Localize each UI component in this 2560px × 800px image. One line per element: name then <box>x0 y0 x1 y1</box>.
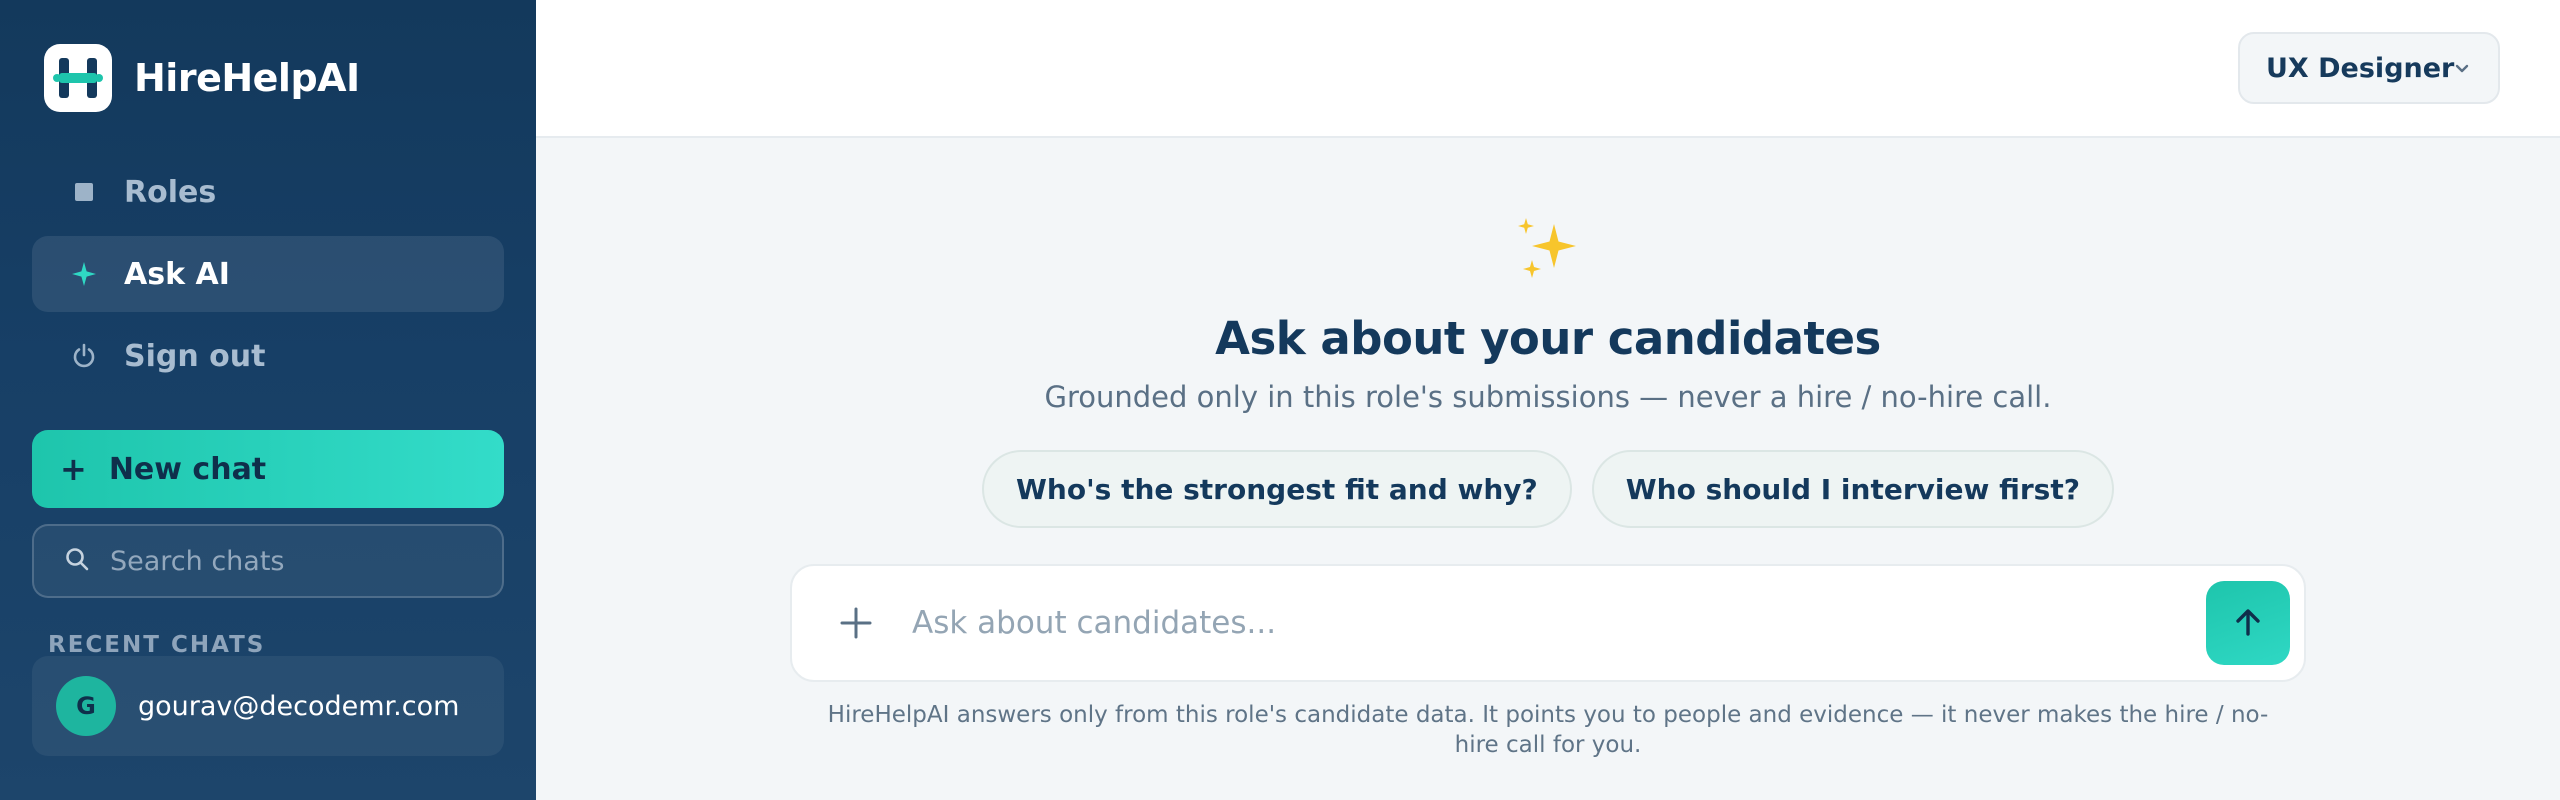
sidebar-item-label: Ask AI <box>124 256 230 292</box>
add-attachment-button[interactable] <box>792 604 912 642</box>
sidebar-item-roles[interactable]: Roles <box>32 154 504 230</box>
suggestion-chip[interactable]: Who's the strongest fit and why? <box>982 450 1572 528</box>
page-subtitle: Grounded only in this role's submissions… <box>1044 380 2052 414</box>
role-selector[interactable]: UX Designer <box>2238 32 2500 104</box>
sidebar-item-ask-ai[interactable]: Ask AI <box>32 236 504 312</box>
chevron-down-icon <box>2452 58 2472 82</box>
sparkle-icon <box>32 262 124 286</box>
chat-input[interactable] <box>912 605 2206 641</box>
disclaimer-text: HireHelpAI answers only from this role's… <box>827 702 2269 758</box>
search-chats-field[interactable] <box>32 524 504 598</box>
avatar: G <box>56 676 116 736</box>
chat-composer <box>790 564 2306 682</box>
square-icon <box>32 182 124 202</box>
brand-name: HireHelpAI <box>134 56 360 100</box>
brand[interactable]: HireHelpAI <box>44 44 360 112</box>
suggestion-chip[interactable]: Who should I interview first? <box>1591 450 2114 528</box>
plus-icon: + <box>60 450 87 488</box>
new-chat-button[interactable]: + New chat <box>32 430 504 508</box>
page-title: Ask about your candidates <box>1215 312 1881 365</box>
user-account[interactable]: G gourav@decodemr.com <box>32 656 504 756</box>
sidebar-item-label: Roles <box>124 174 217 210</box>
new-chat-label: New chat <box>108 451 267 487</box>
recent-chats-heading: RECENT CHATS <box>48 632 266 658</box>
role-selector-value: UX Designer <box>2266 52 2455 84</box>
sidebar: HireHelpAI Roles Ask AI Sign out + New c… <box>0 0 536 800</box>
user-email: gourav@decodemr.com <box>138 690 460 722</box>
plus-icon <box>840 607 872 639</box>
search-chats-input[interactable] <box>110 545 470 577</box>
top-bar: UX Designer <box>536 0 2560 138</box>
send-button[interactable] <box>2206 581 2290 665</box>
sidebar-item-sign-out[interactable]: Sign out <box>32 318 504 394</box>
suggestion-chips: Who's the strongest fit and why? Who sho… <box>536 450 2560 528</box>
power-icon <box>32 343 124 369</box>
app-window: HireHelpAI Roles Ask AI Sign out + New c… <box>0 0 2560 800</box>
search-icon <box>64 546 90 576</box>
main-panel: UX Designer Ask about your candidates Gr… <box>536 0 2560 800</box>
sidebar-item-label: Sign out <box>124 338 266 374</box>
arrow-up-icon <box>2236 609 2260 636</box>
sparkles-icon <box>1510 214 1584 292</box>
hirehelpai-logo-icon <box>44 44 112 112</box>
